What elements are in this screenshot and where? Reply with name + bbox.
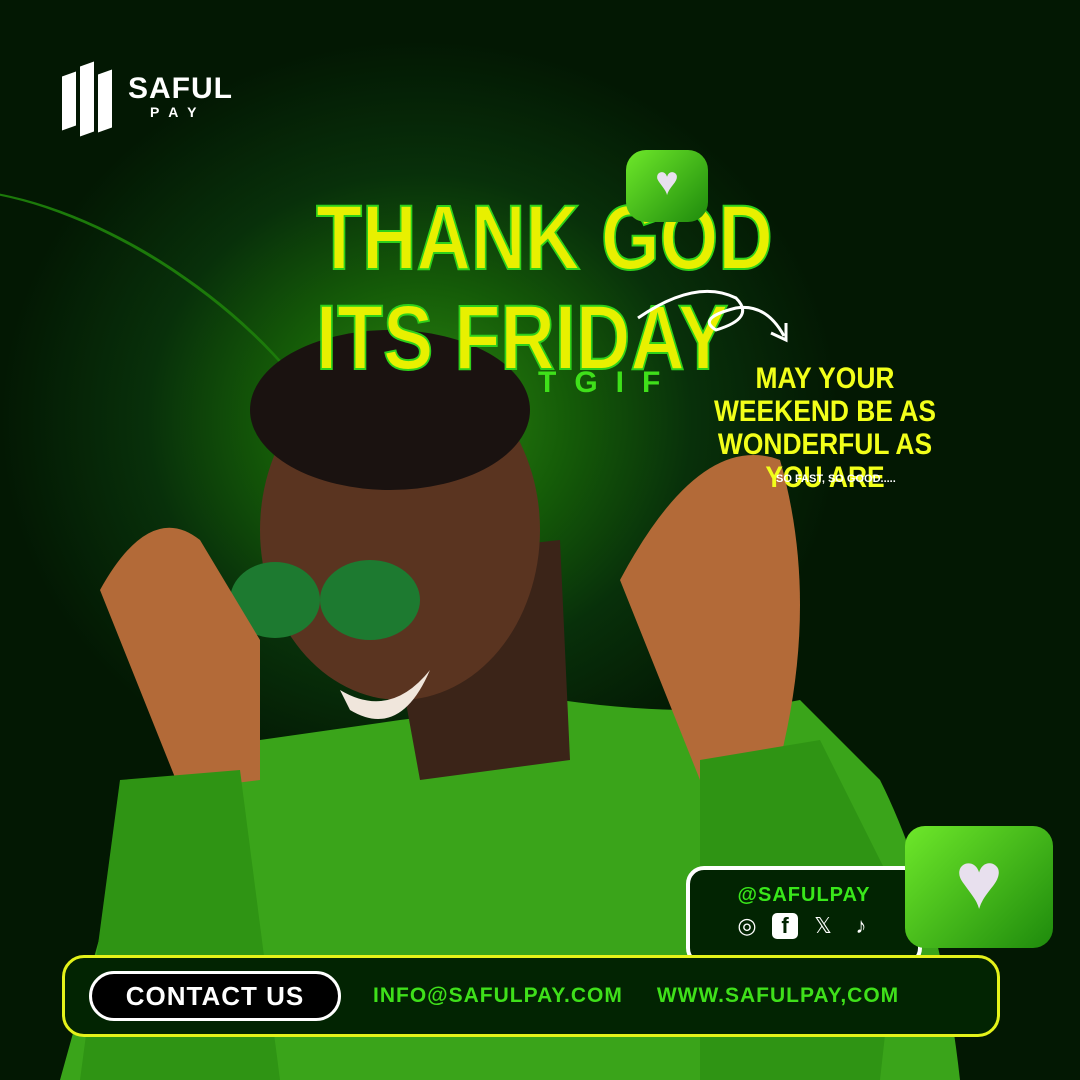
contact-us-button[interactable]: CONTACT US bbox=[89, 971, 341, 1021]
social-handle[interactable]: @SAFULPAY bbox=[690, 884, 918, 907]
tagline: SO FAST, SO GOOD..... bbox=[776, 473, 896, 485]
email-link[interactable]: INFO@SAFULPAY.COM bbox=[373, 984, 623, 1008]
social-card: @SAFULPAY ◎ f 𝕏 ♪ bbox=[686, 866, 922, 966]
heart-bubble-icon bbox=[905, 826, 1053, 948]
x-icon[interactable]: 𝕏 bbox=[810, 913, 836, 939]
heart-bubble-icon bbox=[626, 150, 708, 222]
facebook-icon[interactable]: f bbox=[772, 913, 798, 939]
tgif-poster: SAFUL PAY THANK GOD ITS FRIDAY TGIF MAY … bbox=[0, 0, 1080, 1080]
instagram-icon[interactable]: ◎ bbox=[734, 913, 760, 939]
curved-arrow-icon bbox=[637, 289, 788, 343]
tiktok-icon[interactable]: ♪ bbox=[848, 913, 874, 939]
website-link[interactable]: WWW.SAFULPAY,COM bbox=[657, 984, 899, 1008]
contact-bar: CONTACT US INFO@SAFULPAY.COM WWW.SAFULPA… bbox=[62, 955, 1000, 1037]
tgif-tag: TGIF bbox=[538, 366, 679, 399]
